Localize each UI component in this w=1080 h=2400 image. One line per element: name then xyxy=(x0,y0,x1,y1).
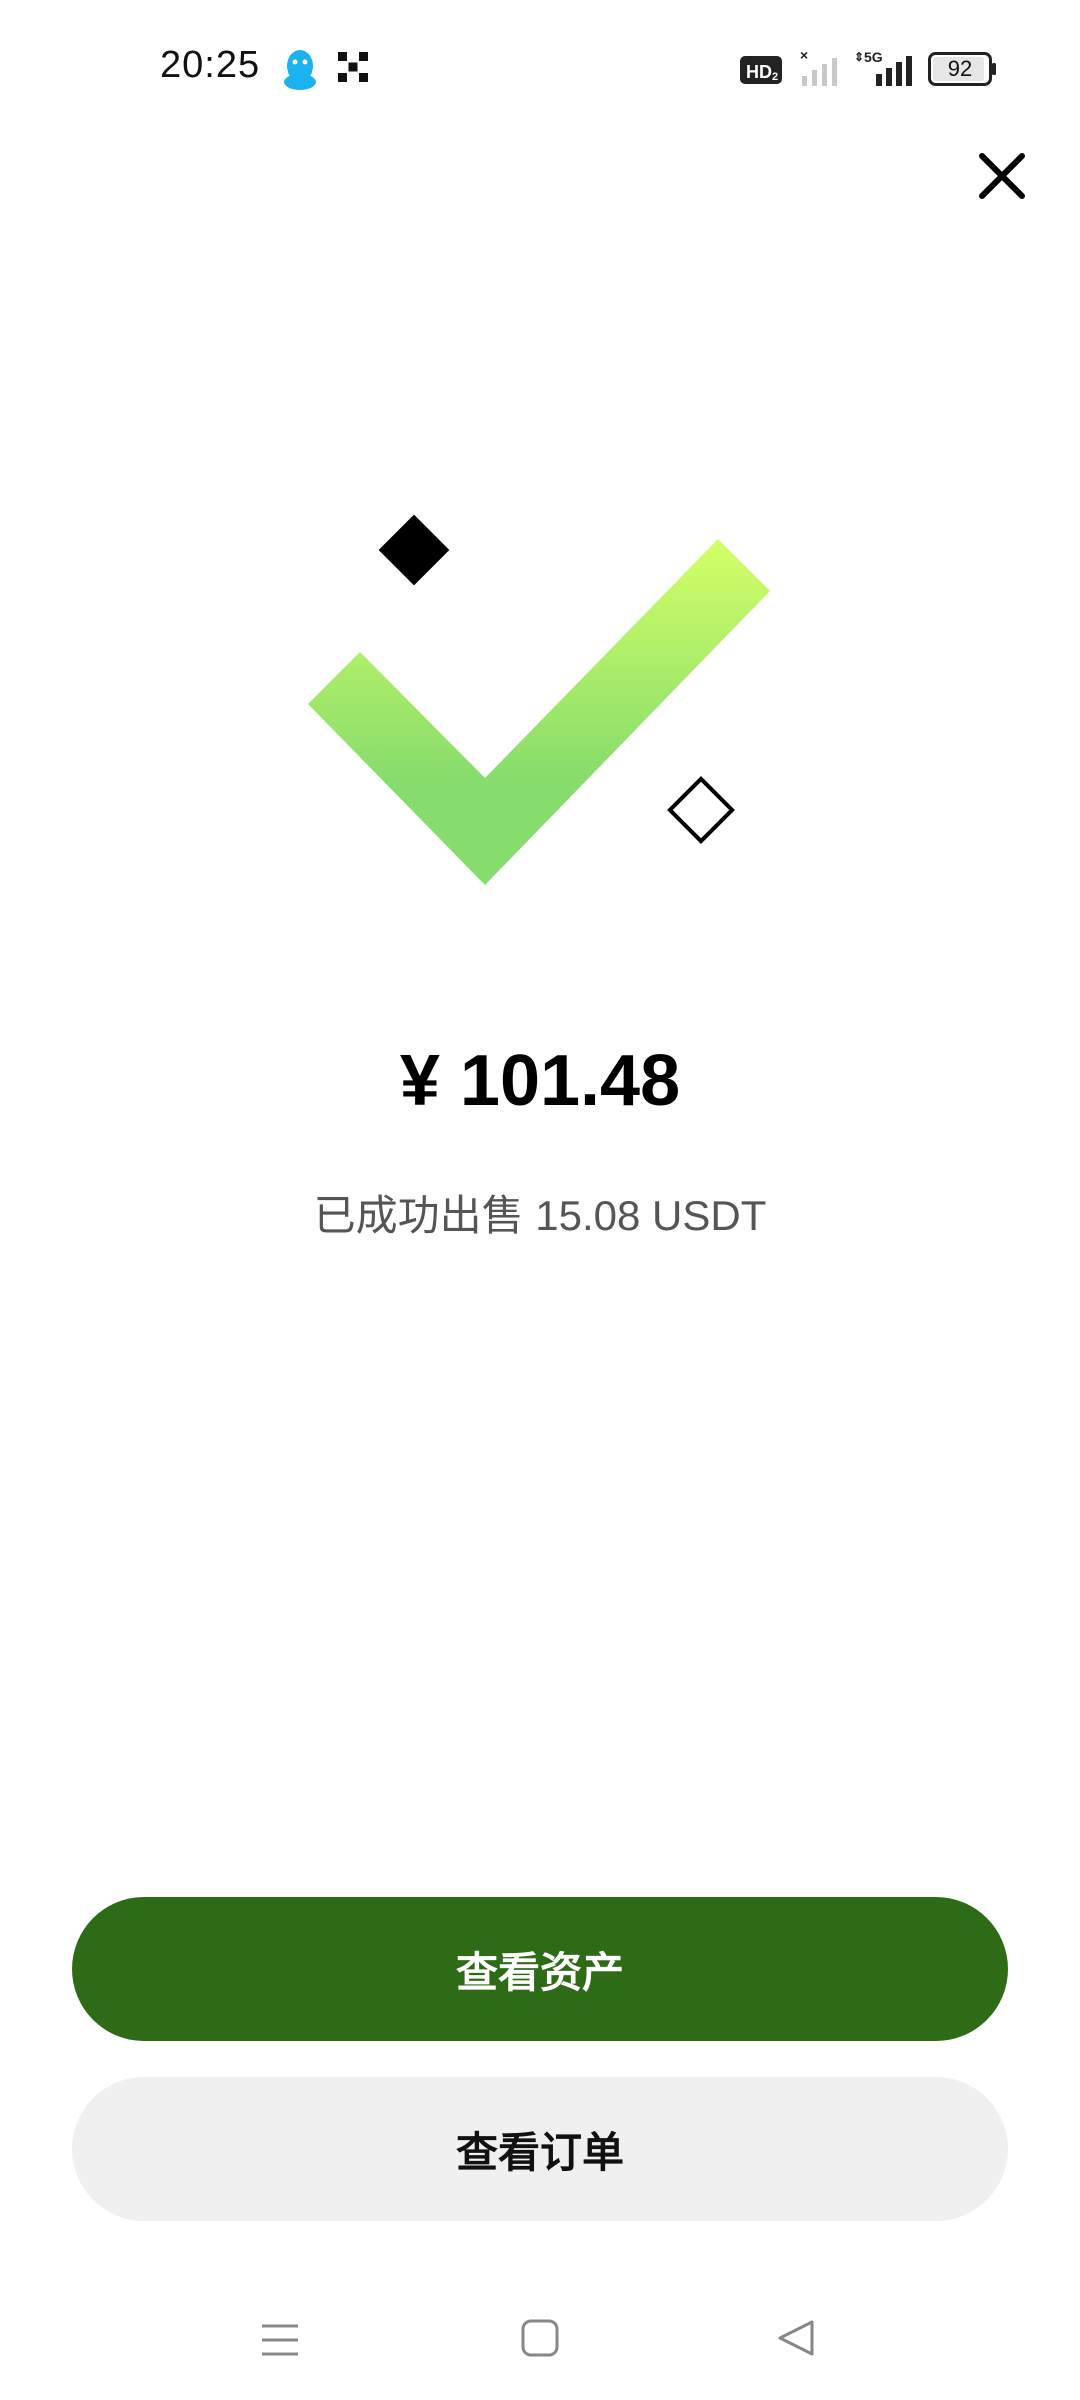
battery-level: 92 xyxy=(947,56,973,81)
close-icon[interactable] xyxy=(972,146,1032,206)
status-bar: 20:25 HD 2 × ⇕ 5G 92 xyxy=(0,0,1080,140)
diamond-outline-icon xyxy=(667,776,735,844)
system-nav-bar xyxy=(0,2300,1080,2400)
svg-text:⇕: ⇕ xyxy=(854,50,864,64)
svg-text:5G: 5G xyxy=(864,49,883,65)
checkmark-icon xyxy=(308,539,770,885)
view-orders-button[interactable]: 查看订单 xyxy=(72,2077,1008,2221)
svg-text:HD: HD xyxy=(746,62,772,82)
status-time: 20:25 xyxy=(160,44,261,86)
hd-icon: HD 2 xyxy=(740,56,782,84)
sale-amount: ¥ 101.48 xyxy=(399,1041,681,1121)
signal-5g-icon: ⇕ 5G xyxy=(854,49,912,86)
sale-message: 已成功出售 15.08 USDT xyxy=(313,1192,767,1239)
battery-indicator: 92 xyxy=(928,52,998,86)
signal-weak-icon: × xyxy=(800,48,837,86)
qq-icon xyxy=(284,50,316,90)
back-icon[interactable] xyxy=(776,2318,816,2358)
app-icon xyxy=(338,52,368,82)
menu-icon[interactable] xyxy=(260,2320,300,2360)
success-illustration xyxy=(308,514,770,885)
diamond-filled-icon xyxy=(378,514,450,586)
home-icon[interactable] xyxy=(520,2318,560,2358)
svg-text:2: 2 xyxy=(772,71,778,83)
svg-text:×: × xyxy=(800,48,808,63)
view-assets-button[interactable]: 查看资产 xyxy=(72,1897,1008,2041)
